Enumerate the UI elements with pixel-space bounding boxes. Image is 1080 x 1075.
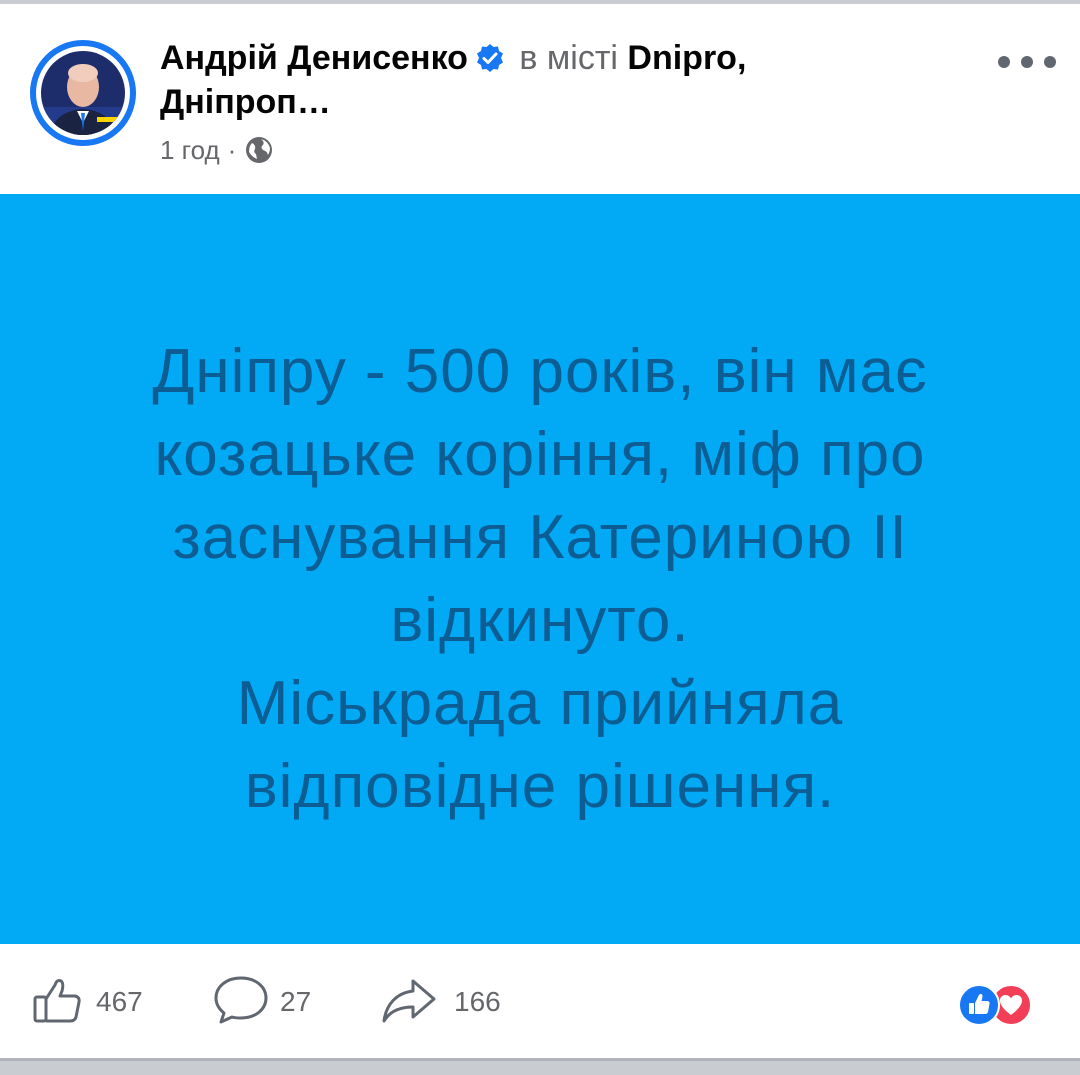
- avatar[interactable]: [30, 40, 136, 146]
- like-count: 467: [96, 986, 143, 1017]
- bottom-divider: [0, 1058, 1080, 1075]
- post-text-line: Міськрада прийняла: [236, 669, 844, 738]
- comment-count: 27: [280, 986, 312, 1017]
- post-text-line: Дніпру - 500 років, він має: [152, 337, 928, 406]
- author-name[interactable]: Андрій Денисенко: [160, 39, 468, 77]
- location-region[interactable]: Дніпроп…: [160, 80, 331, 124]
- more-dot: [1021, 56, 1033, 68]
- location-prefix: в місті: [519, 39, 618, 77]
- like-button[interactable]: 467: [32, 977, 143, 1027]
- verified-badge-icon: [474, 41, 506, 73]
- share-arrow-icon: [380, 975, 438, 1030]
- post-header: Андрій Денисенко в місті Dnipro, Дніпроп…: [0, 4, 1080, 194]
- post-meta: 1 год ·: [160, 132, 274, 168]
- post-time[interactable]: 1 год: [160, 132, 220, 168]
- post-text: Дніпру - 500 років, він має козацьке кор…: [60, 330, 1020, 828]
- thumbs-up-icon: [32, 975, 84, 1030]
- more-options-icon[interactable]: [998, 44, 1056, 80]
- comment-button[interactable]: 27: [212, 976, 312, 1027]
- more-dot: [998, 56, 1010, 68]
- share-count: 166: [454, 986, 501, 1017]
- avatar-photo: [41, 51, 125, 135]
- globe-icon: [244, 135, 274, 165]
- like-reaction-icon: [958, 984, 1000, 1026]
- reactions-summary[interactable]: [958, 984, 1048, 1026]
- more-dot: [1044, 56, 1056, 68]
- post-text-line: відкинуто.: [390, 586, 690, 655]
- meta-separator: ·: [227, 135, 237, 165]
- post-footer: 467 27 166: [0, 944, 1080, 1058]
- post-text-line: заснування Катериною ІІ: [172, 503, 908, 572]
- author-line: Андрій Денисенко в місті Dnipro,: [160, 36, 980, 80]
- post-text-line: козацьке коріння, міф про: [154, 420, 926, 489]
- location-name[interactable]: Dnipro,: [627, 39, 746, 77]
- comment-bubble-icon: [212, 974, 270, 1031]
- post-text-line: відповідне рішення.: [244, 752, 836, 821]
- share-button[interactable]: 166: [380, 977, 501, 1027]
